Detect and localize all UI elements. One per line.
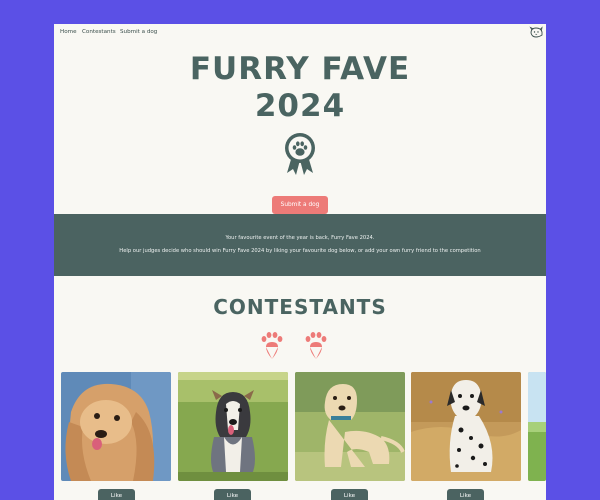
hero-title-line1: FURRY FAVE	[189, 51, 411, 87]
like-button-2[interactable]: Like	[214, 489, 251, 500]
intro-line-2: Help our judges decide who should win Fu…	[119, 248, 481, 254]
contestant-photo-5	[528, 372, 546, 481]
cocker-spaniel-photo	[61, 372, 171, 481]
australian-shepherd-photo	[178, 372, 288, 481]
labrador-photo	[295, 372, 405, 481]
contestants-heading: CONTESTANTS	[213, 295, 387, 319]
partial-photo	[528, 372, 546, 481]
paw-icon	[305, 332, 327, 359]
like-button-1[interactable]: Like	[98, 489, 135, 500]
nav-link-home[interactable]: Home	[60, 29, 77, 35]
contestant-photo-1	[61, 372, 171, 481]
page-container: Home Contestants Submit a dog FURRY FAVE…	[54, 24, 546, 500]
submit-dog-button[interactable]: Submit a dog	[272, 196, 328, 214]
like-button-4[interactable]: Like	[447, 489, 484, 500]
award-ribbon-icon	[285, 133, 315, 175]
contestant-photo-4	[411, 372, 521, 481]
contestant-photo-3	[295, 372, 405, 481]
contestant-photo-2	[178, 372, 288, 481]
hero-title-line2: 2024	[254, 88, 346, 124]
intro-line-1: Your favourite event of the year is back…	[225, 235, 375, 241]
dalmatian-photo	[411, 372, 521, 481]
logo-icon[interactable]	[529, 26, 544, 39]
nav-link-contestants[interactable]: Contestants	[82, 29, 116, 35]
intro-band: Your favourite event of the year is back…	[54, 214, 546, 276]
paw-icons	[261, 332, 327, 359]
like-button-3[interactable]: Like	[331, 489, 368, 500]
nav-link-submit-dog[interactable]: Submit a dog	[120, 29, 157, 35]
paw-icon	[261, 332, 283, 359]
top-nav: Home Contestants Submit a dog	[54, 24, 546, 42]
